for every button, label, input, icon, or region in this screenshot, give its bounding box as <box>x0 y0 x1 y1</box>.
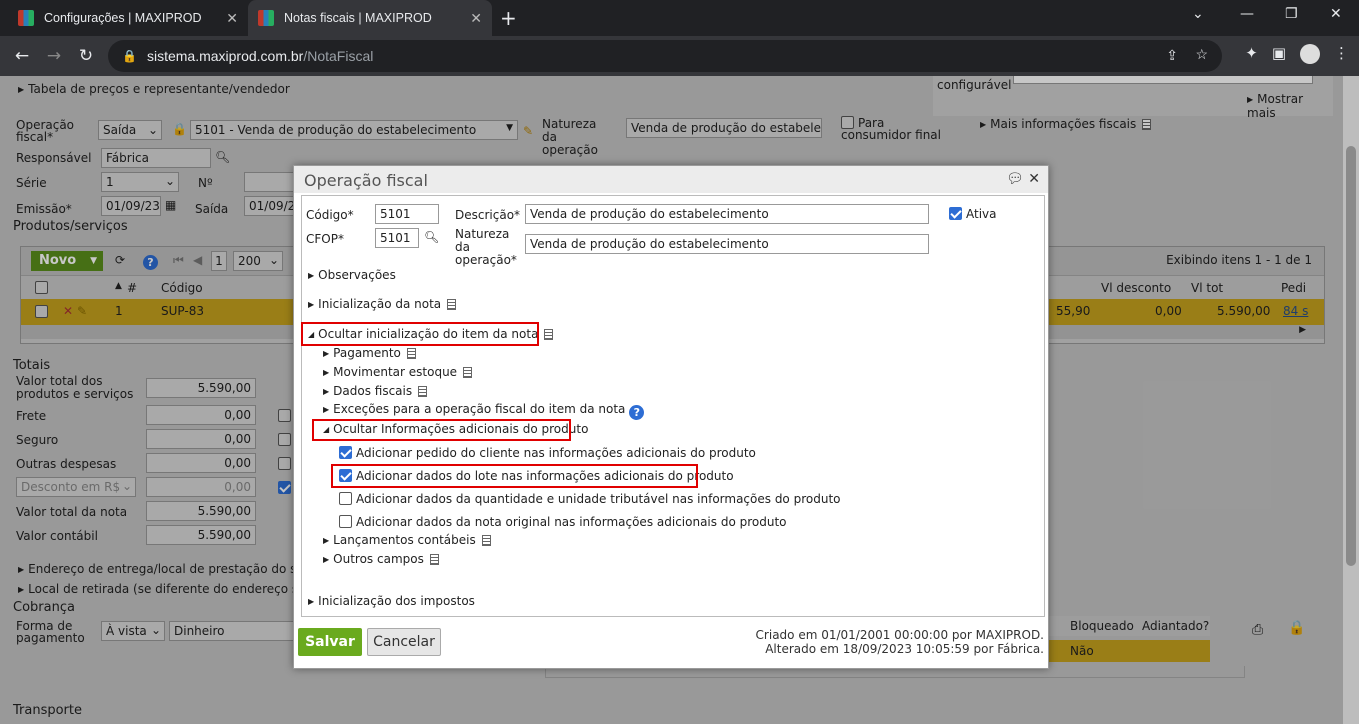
pagamento-label: Pagamento <box>333 346 401 360</box>
dialog-header: Operação fiscal 💬︎ ✕ <box>294 166 1048 193</box>
chk-quantidade-box[interactable] <box>339 492 352 505</box>
codigo-label: Código* <box>306 208 354 222</box>
dialog-title: Operação fiscal <box>304 171 428 190</box>
new-tab-icon[interactable]: + <box>500 6 517 30</box>
chk-quantidade[interactable]: Adicionar dados da quantidade e unidade … <box>339 492 841 506</box>
note-icon <box>463 367 473 378</box>
movimentar-estoque-label: Movimentar estoque <box>333 365 458 379</box>
note-icon <box>544 329 554 340</box>
ativa-box[interactable] <box>949 207 962 220</box>
restore-icon[interactable]: ❐ <box>1285 6 1298 22</box>
lancamentos-section[interactable]: ▶ Lançamentos contábeis <box>323 533 491 547</box>
cfop-input[interactable]: 5101 <box>375 228 419 248</box>
url-path: /NotaFiscal <box>303 48 374 64</box>
pagamento-section[interactable]: ▶ Pagamento <box>323 346 416 360</box>
note-icon <box>418 386 428 397</box>
salvar-button[interactable]: Salvar <box>298 628 362 656</box>
cancelar-button[interactable]: Cancelar <box>367 628 441 656</box>
extensions-icon[interactable]: ✦ <box>1245 44 1258 64</box>
movimentar-estoque-section[interactable]: ▶ Movimentar estoque <box>323 365 473 379</box>
highlight-ocultar-info <box>312 419 571 441</box>
chk-quantidade-label: Adicionar dados da quantidade e unidade … <box>356 492 841 506</box>
close-icon[interactable]: ✕ <box>1028 171 1040 187</box>
profile-avatar[interactable] <box>1300 44 1320 64</box>
chk-nota-original[interactable]: Adicionar dados da nota original nas inf… <box>339 515 787 529</box>
address-bar[interactable]: 🔒 sistema.maxiprod.com.br/NotaFiscal ⇪ ☆ <box>108 40 1222 72</box>
scrollbar-thumb[interactable] <box>1346 146 1356 566</box>
observacoes-section[interactable]: ▶ Observações <box>308 268 396 282</box>
browser-toolbar: ← → ↻ 🔒 sistema.maxiprod.com.br/NotaFisc… <box>0 36 1359 76</box>
toolbar-right: ✦ ▣ ⋮ <box>1245 44 1349 64</box>
criado-text: Criado em 01/01/2001 00:00:00 por MAXIPR… <box>755 628 1044 642</box>
close-tab-icon[interactable]: ✕ <box>470 10 482 27</box>
ativa-label: Ativa <box>966 207 997 221</box>
chk-pedido-cliente[interactable]: Adicionar pedido do cliente nas informaç… <box>339 446 756 460</box>
excecoes-section[interactable]: ▶ Exceções para a operação fiscal do item… <box>323 402 645 420</box>
note-icon <box>481 535 491 546</box>
excecoes-label: Exceções para a operação fiscal do item … <box>333 402 626 416</box>
dialog-body: Código* 5101 Descrição* Venda de produçã… <box>301 195 1045 617</box>
close-tab-icon[interactable]: ✕ <box>226 10 238 27</box>
browser-tab-notas-fiscais[interactable]: Notas fiscais | MAXIPROD ✕ <box>248 0 492 36</box>
tab-title: Configurações | MAXIPROD <box>44 11 202 25</box>
maxiprod-favicon-icon <box>258 10 274 26</box>
observacoes-label: Observações <box>318 268 396 282</box>
search-icon[interactable]: 🔍︎ <box>424 230 439 244</box>
codigo-input[interactable]: 5101 <box>375 204 439 224</box>
descricao-label: Descrição* <box>455 208 521 222</box>
url-host: sistema.maxiprod.com.br <box>146 48 304 64</box>
operacao-fiscal-dialog: Operação fiscal 💬︎ ✕ Código* 5101 Descri… <box>293 165 1049 669</box>
outros-campos-section[interactable]: ▶ Outros campos <box>323 552 439 566</box>
browser-tab-configuracoes[interactable]: Configurações | MAXIPROD ✕ <box>8 0 248 36</box>
outros-campos-label: Outros campos <box>333 552 424 566</box>
note-icon <box>406 348 416 359</box>
close-window-icon[interactable]: ✕ <box>1330 6 1342 22</box>
help-icon[interactable]: ? <box>629 405 645 420</box>
side-panel-icon[interactable]: ▣ <box>1272 44 1286 64</box>
natureza-operacao-input[interactable]: Venda de produção do estabelecimento <box>525 234 929 254</box>
natureza-operacao-label: Natureza da operação* <box>455 227 517 267</box>
chk-pedido-cliente-box[interactable] <box>339 446 352 459</box>
page-scrollbar[interactable] <box>1343 76 1359 724</box>
chk-nota-original-label: Adicionar dados da nota original nas inf… <box>356 515 787 529</box>
dialog-header-icons: 💬︎ ✕ <box>1006 171 1040 187</box>
inicializacao-impostos-label: Inicialização dos impostos <box>318 594 475 608</box>
menu-icon[interactable]: ⋮ <box>1334 44 1349 64</box>
highlight-dados-lote <box>331 464 698 488</box>
dados-fiscais-label: Dados fiscais <box>333 384 413 398</box>
chk-nota-original-box[interactable] <box>339 515 352 528</box>
inicializacao-impostos-section[interactable]: ▶ Inicialização dos impostos <box>308 594 475 608</box>
forward-icon[interactable]: → <box>38 46 70 66</box>
chk-pedido-cliente-label: Adicionar pedido do cliente nas informaç… <box>356 446 756 460</box>
audit-info: Criado em 01/01/2001 00:00:00 por MAXIPR… <box>756 628 1044 656</box>
alterado-text: Alterado em 18/09/2023 10:05:59 por Fábr… <box>765 642 1044 656</box>
dados-fiscais-section[interactable]: ▶ Dados fiscais <box>323 384 428 398</box>
lancamentos-label: Lançamentos contábeis <box>333 533 476 547</box>
cfop-label: CFOP* <box>306 232 344 246</box>
reload-icon[interactable]: ↻ <box>70 46 102 66</box>
inicializacao-nota-section[interactable]: ▶ Inicialização da nota <box>308 297 457 311</box>
maxiprod-favicon-icon <box>18 10 34 26</box>
tab-title: Notas fiscais | MAXIPROD <box>284 11 432 25</box>
descricao-input[interactable]: Venda de produção do estabelecimento <box>525 204 929 224</box>
lock-icon: 🔒 <box>122 49 137 63</box>
note-icon <box>447 299 457 310</box>
inicializacao-nota-label: Inicialização da nota <box>318 297 442 311</box>
ativa-checkbox[interactable]: Ativa <box>949 207 997 221</box>
comment-icon[interactable]: 💬︎ <box>1006 171 1024 187</box>
dialog-footer: Salvar Cancelar Criado em 01/01/2001 00:… <box>294 621 1050 669</box>
browser-tab-strip: Configurações | MAXIPROD ✕ Notas fiscais… <box>0 0 1359 36</box>
highlight-ocultar-item <box>301 322 539 346</box>
minimize-icon[interactable]: — <box>1240 6 1254 22</box>
bookmark-star-icon[interactable]: ☆ <box>1195 46 1208 63</box>
share-icon[interactable]: ⇪ <box>1166 47 1178 64</box>
tab-search-icon[interactable]: ⌄ <box>1192 6 1204 22</box>
note-icon <box>429 554 439 565</box>
back-icon[interactable]: ← <box>6 46 38 66</box>
